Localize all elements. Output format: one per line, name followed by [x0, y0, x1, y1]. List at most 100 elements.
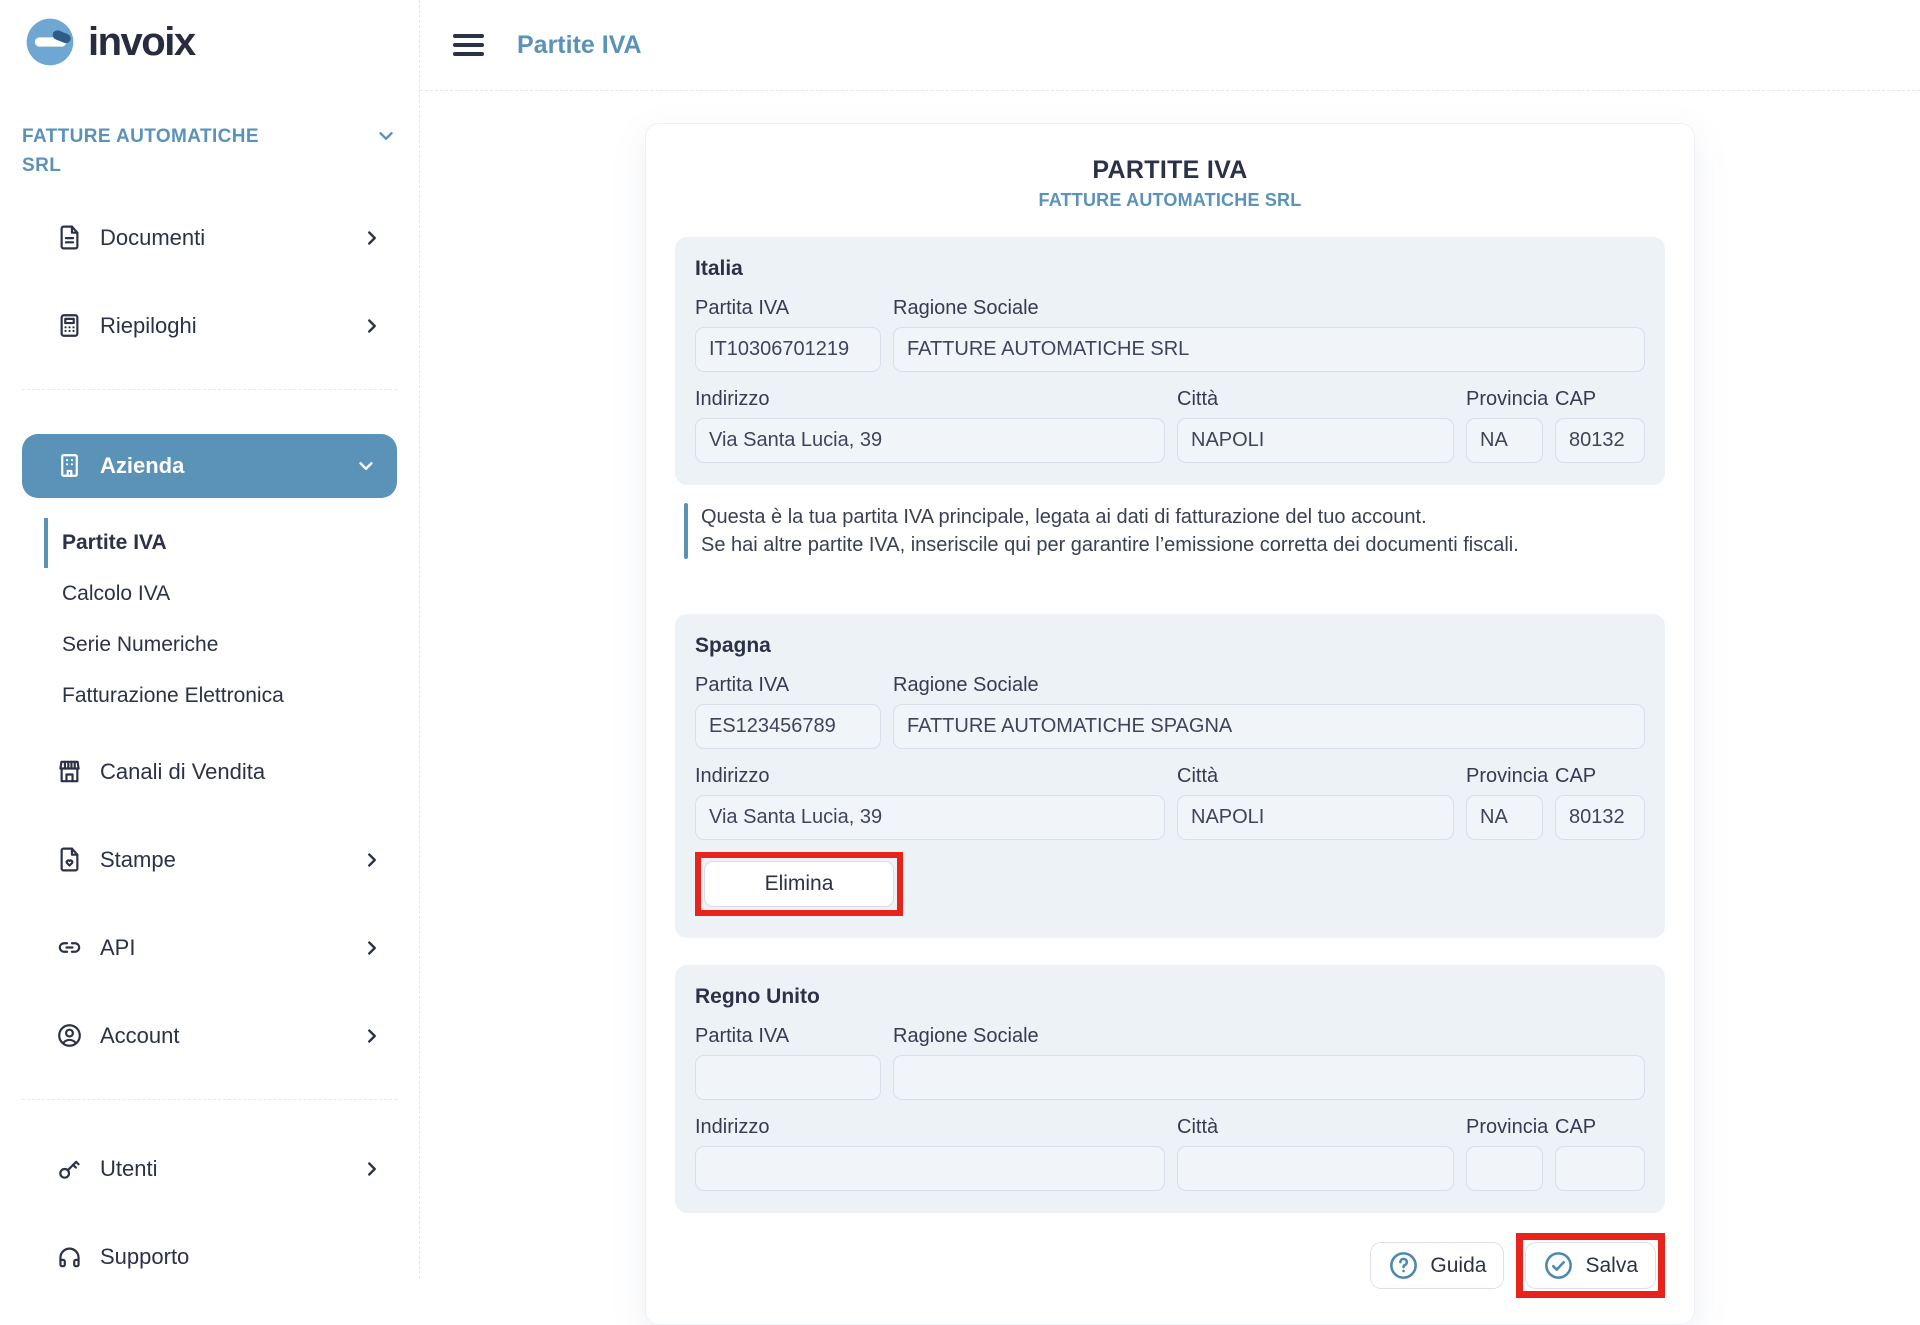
section-italia: Italia Partita IVA Ragione Sociale Indir…: [675, 237, 1665, 485]
field-partita-iva: Partita IVA: [695, 674, 881, 749]
salva-button[interactable]: Salva: [1525, 1242, 1656, 1289]
field-partita-iva: Partita IVA: [695, 1025, 881, 1100]
annotation-box-elimina: Elimina: [695, 852, 903, 916]
sidebar-subitem-serie-numeriche[interactable]: Serie Numeriche: [44, 620, 397, 670]
sidebar-subitem-calcolo-iva[interactable]: Calcolo IVA: [44, 569, 397, 619]
key-icon: [55, 1154, 84, 1183]
field-provincia: Provincia: [1466, 388, 1543, 463]
card-footer: Guida Salva: [675, 1233, 1665, 1298]
chevron-right-icon: [361, 1025, 383, 1047]
chevron-right-icon: [361, 315, 383, 337]
sidebar-item-stampe[interactable]: Stampe: [22, 835, 397, 885]
user-circle-icon: [55, 1021, 84, 1050]
sidebar-item-supporto[interactable]: Supporto: [22, 1232, 397, 1282]
indirizzo-input[interactable]: [695, 418, 1165, 463]
ragione-sociale-input[interactable]: [893, 704, 1645, 749]
sidebar-subitem-label: Calcolo IVA: [62, 582, 170, 606]
question-circle-icon: [1388, 1250, 1419, 1281]
check-circle-icon: [1543, 1250, 1574, 1281]
cap-input[interactable]: [1555, 418, 1645, 463]
field-label: Città: [1177, 1116, 1454, 1139]
card-subtitle: FATTURE AUTOMATICHE SRL: [675, 190, 1665, 211]
ragione-sociale-input[interactable]: [893, 1055, 1645, 1100]
brand-name: invoix: [88, 20, 195, 65]
sidebar-item-label: Canali di Vendita: [100, 759, 265, 785]
indirizzo-input[interactable]: [695, 1146, 1165, 1191]
field-indirizzo: Indirizzo: [695, 765, 1165, 840]
sidebar-item-riepiloghi[interactable]: Riepiloghi: [22, 301, 397, 351]
indirizzo-input[interactable]: [695, 795, 1165, 840]
field-label: Indirizzo: [695, 765, 1165, 788]
chevron-down-icon: [375, 125, 397, 147]
note-line: Se hai altre partite IVA, inseriscile qu…: [701, 531, 1519, 559]
field-partita-iva: Partita IVA: [695, 297, 881, 372]
chevron-right-icon: [361, 937, 383, 959]
citta-input[interactable]: [1177, 418, 1454, 463]
headset-icon: [55, 1242, 84, 1271]
field-label: Città: [1177, 765, 1454, 788]
storefront-icon: [55, 757, 84, 786]
sidebar-item-account[interactable]: Account: [22, 1011, 397, 1061]
cap-input[interactable]: [1555, 795, 1645, 840]
chevron-right-icon: [361, 849, 383, 871]
field-label: Indirizzo: [695, 1116, 1165, 1139]
partita-iva-input[interactable]: [695, 704, 881, 749]
sidebar-item-api[interactable]: API: [22, 923, 397, 973]
hamburger-menu-icon[interactable]: [453, 34, 484, 56]
partita-iva-input[interactable]: [695, 1055, 881, 1100]
sidebar-subitem-partite-iva[interactable]: Partite IVA: [44, 518, 397, 568]
field-ragione-sociale: Ragione Sociale: [893, 674, 1645, 749]
info-note: Questa è la tua partita IVA principale, …: [684, 503, 1665, 559]
section-regno-unito: Regno Unito Partita IVA Ragione Sociale …: [675, 965, 1665, 1213]
field-ragione-sociale: Ragione Sociale: [893, 297, 1645, 372]
field-cap: CAP: [1555, 388, 1645, 463]
field-indirizzo: Indirizzo: [695, 1116, 1165, 1191]
field-indirizzo: Indirizzo: [695, 388, 1165, 463]
sidebar-item-label: Documenti: [100, 225, 205, 251]
ragione-sociale-input[interactable]: [893, 327, 1645, 372]
chevron-right-icon: [361, 227, 383, 249]
guida-button[interactable]: Guida: [1370, 1242, 1504, 1289]
citta-input[interactable]: [1177, 795, 1454, 840]
sidebar-item-label: API: [100, 935, 135, 961]
provincia-input[interactable]: [1466, 1146, 1543, 1191]
field-label: Ragione Sociale: [893, 674, 1645, 697]
sidebar-item-canali-di-vendita[interactable]: Canali di Vendita: [22, 747, 397, 797]
sidebar: invoix FATTURE AUTOMATICHE SRL Documenti…: [0, 0, 420, 1279]
cap-input[interactable]: [1555, 1146, 1645, 1191]
field-cap: CAP: [1555, 765, 1645, 840]
field-provincia: Provincia: [1466, 765, 1543, 840]
sidebar-item-utenti[interactable]: Utenti: [22, 1144, 397, 1194]
account-switcher[interactable]: FATTURE AUTOMATICHE SRL: [22, 122, 397, 181]
brand-logo[interactable]: invoix: [22, 14, 397, 70]
partite-iva-card: PARTITE IVA FATTURE AUTOMATICHE SRL Ital…: [645, 123, 1695, 1325]
elimina-button[interactable]: Elimina: [704, 861, 894, 907]
field-label: Ragione Sociale: [893, 297, 1645, 320]
field-label: CAP: [1555, 1116, 1645, 1139]
sidebar-item-label: Stampe: [100, 847, 176, 873]
field-label: Partita IVA: [695, 1025, 881, 1048]
field-label: Partita IVA: [695, 674, 881, 697]
sidebar-subitem-fatturazione-elettronica[interactable]: Fatturazione Elettronica: [44, 671, 397, 721]
calculator-icon: [55, 311, 84, 340]
azienda-submenu: Partite IVA Calcolo IVA Serie Numeriche …: [22, 518, 397, 721]
partita-iva-input[interactable]: [695, 327, 881, 372]
sidebar-item-documenti[interactable]: Documenti: [22, 213, 397, 263]
section-title: Italia: [695, 257, 1645, 281]
section-title: Regno Unito: [695, 985, 1645, 1009]
section-spagna: Spagna Partita IVA Ragione Sociale Indir…: [675, 614, 1665, 938]
field-provincia: Provincia: [1466, 1116, 1543, 1191]
citta-input[interactable]: [1177, 1146, 1454, 1191]
field-label: Provincia: [1466, 388, 1543, 411]
sidebar-item-azienda[interactable]: Azienda: [22, 434, 397, 498]
account-name: FATTURE AUTOMATICHE SRL: [22, 122, 294, 181]
field-label: Partita IVA: [695, 297, 881, 320]
provincia-input[interactable]: [1466, 795, 1543, 840]
page-title: Partite IVA: [517, 31, 642, 60]
field-label: Provincia: [1466, 765, 1543, 788]
salva-label: Salva: [1585, 1254, 1638, 1278]
provincia-input[interactable]: [1466, 418, 1543, 463]
sidebar-item-label: Supporto: [100, 1244, 189, 1270]
field-label: Indirizzo: [695, 388, 1165, 411]
field-citta: Città: [1177, 765, 1454, 840]
